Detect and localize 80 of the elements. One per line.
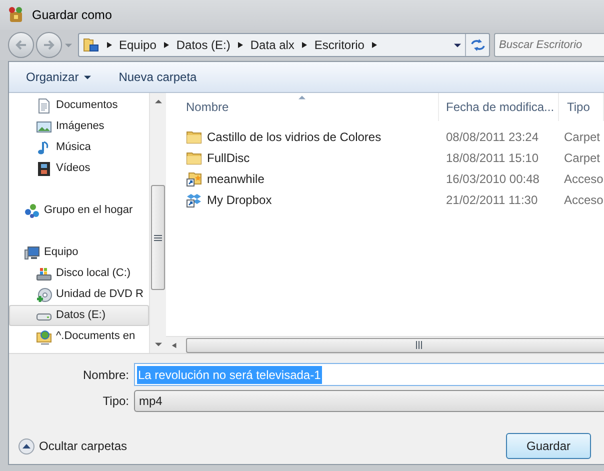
separator-triangle-icon <box>370 41 378 49</box>
scroll-down-icon <box>154 341 162 348</box>
caret-down-icon <box>84 74 91 80</box>
file-name: FullDisc <box>207 150 250 166</box>
file-row[interactable]: Castillo de los vidrios de Colores 08/08/2011 23:24 Carpet <box>166 126 604 147</box>
separator-triangle-icon <box>162 41 170 49</box>
search-field[interactable]: Buscar Escritorio <box>494 33 604 57</box>
file-date: 16/03/2010 00:48 <box>445 170 540 188</box>
type-label: Tipo: <box>102 393 130 410</box>
file-date: 08/08/2011 23:24 <box>445 128 540 146</box>
file-date: 21/02/2011 11:30 <box>445 192 539 208</box>
film-strip-icon <box>36 160 52 176</box>
filename-text: La revolución no será televisada-1 <box>137 366 322 384</box>
breadcrumb-item[interactable]: Data alx <box>249 36 296 54</box>
file-row[interactable]: My Dropbox 21/02/2011 11:30 Acceso <box>166 189 604 210</box>
sidebar-item[interactable]: Grupo en el hogar <box>9 200 149 221</box>
name-label: Nombre: <box>82 366 130 384</box>
scroll-grip-icon <box>154 234 162 242</box>
scroll-up-icon <box>154 98 162 105</box>
separator-triangle-icon <box>300 41 308 49</box>
caret-down-icon <box>64 42 72 48</box>
hide-folders-button[interactable]: Ocultar carpetas <box>18 437 128 455</box>
back-button[interactable] <box>8 32 34 58</box>
scroll-left-icon <box>171 342 178 348</box>
scroll-grip-icon <box>415 341 423 349</box>
column-header[interactable]: Nombre <box>166 93 439 121</box>
column-header[interactable]: Fecha de modifica... <box>439 93 559 121</box>
filetype-dropdown[interactable]: mp4 <box>134 390 604 412</box>
scroll-thumb[interactable] <box>151 185 165 290</box>
breadcrumb-item[interactable]: Equipo <box>118 36 158 54</box>
file-date: 18/08/2011 15:10 <box>445 150 540 166</box>
file-type: Carpet <box>563 128 600 146</box>
file-type: Acceso <box>563 192 604 208</box>
sidebar-item[interactable]: ^.Documents en <box>9 326 149 347</box>
document-icon <box>36 98 52 114</box>
app-icon <box>7 6 25 24</box>
separator-triangle-icon <box>236 41 244 49</box>
toolbar-button[interactable]: Nueva carpeta <box>112 65 204 89</box>
refresh-icon <box>470 38 486 52</box>
separator-triangle-icon <box>105 41 113 49</box>
sidebar-item[interactable]: Datos (E:) <box>9 305 149 326</box>
homegroup-icon <box>24 202 40 218</box>
window-title: Guardar como <box>32 6 112 24</box>
folder-icon <box>83 37 99 53</box>
file-row[interactable]: meanwhile 16/03/2010 00:48 Acceso <box>166 168 604 189</box>
file-type: Carpet <box>563 150 600 166</box>
toolbar-button[interactable]: Organizar <box>19 65 98 89</box>
caret-down-icon <box>454 42 460 48</box>
sidebar-item[interactable]: Unidad de DVD R <box>9 284 149 305</box>
sidebar-item[interactable]: Documentos <box>9 95 149 116</box>
scroll-thumb[interactable] <box>186 338 604 352</box>
breadcrumb-item[interactable]: Datos (E:) <box>175 36 232 54</box>
disc-drive-icon <box>36 286 52 302</box>
computer-icon <box>24 244 40 260</box>
sidebar-item[interactable]: Imágenes <box>9 116 149 137</box>
column-header[interactable]: Tipo <box>559 93 604 121</box>
sidebar-item[interactable]: Vídeos <box>9 158 149 179</box>
address-bar[interactable]: Equipo Datos (E:) Data alx Escritorio <box>78 33 490 57</box>
hard-disk-icon <box>36 266 52 282</box>
box-shortcut-icon <box>186 192 202 208</box>
save-button[interactable]: Guardar <box>506 433 591 459</box>
file-name: meanwhile <box>207 170 264 188</box>
network-folder-icon <box>36 328 52 344</box>
folder-shortcut-icon <box>186 170 202 186</box>
arrow-right-icon <box>43 39 55 51</box>
arrow-left-icon <box>15 39 27 51</box>
sidebar-item[interactable]: Equipo <box>9 242 149 263</box>
sidebar-item[interactable]: Música <box>9 137 149 158</box>
sidebar-item[interactable]: Disco local (C:) <box>9 263 149 284</box>
picture-icon <box>36 118 52 134</box>
file-name: My Dropbox <box>207 192 272 208</box>
forward-button[interactable] <box>36 32 62 58</box>
folder-icon <box>186 150 202 166</box>
vertical-scrollbar[interactable] <box>149 93 166 353</box>
folder-icon <box>186 128 202 144</box>
file-row[interactable]: FullDisc 18/08/2011 15:10 Carpet <box>166 147 604 168</box>
file-type: Acceso <box>563 170 604 188</box>
breadcrumb-item[interactable]: Escritorio <box>313 36 366 54</box>
horizontal-scrollbar[interactable] <box>166 336 604 353</box>
file-name: Castillo de los vidrios de Colores <box>207 128 382 146</box>
